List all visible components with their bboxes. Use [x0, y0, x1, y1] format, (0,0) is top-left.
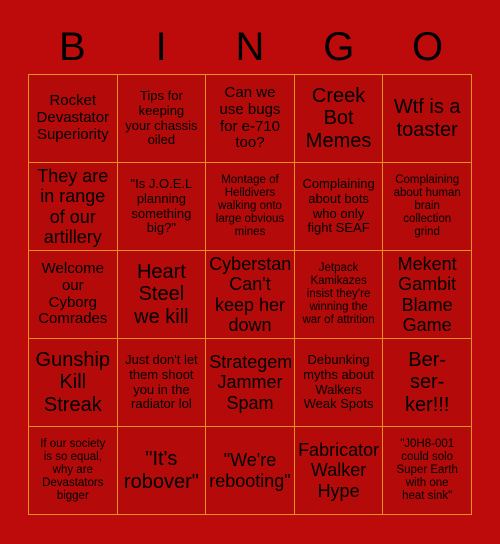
bingo-cell-text: If our society is so equal, why are Deva…	[40, 438, 106, 502]
bingo-header-letter-5: O	[412, 25, 444, 69]
bingo-cell-text: Mekent Gambit Blame Game	[397, 254, 457, 335]
bingo-row: Gunship Kill Streak Just don't let them s…	[29, 338, 471, 426]
bingo-cell-text: Welcome our Cyborg Comrades	[38, 259, 108, 328]
bingo-cell-text: Fabricator Walker Hype	[298, 440, 380, 501]
bingo-row: They are in range of our artillery "Is J.…	[29, 162, 471, 250]
bingo-cell-text: Tips for keeping your chassis oiled	[125, 88, 198, 148]
bingo-cell-text: Strategem Jammer Spam	[209, 352, 293, 413]
bingo-cell-B4[interactable]: Gunship Kill Streak	[29, 339, 117, 426]
bingo-grid: Rocket Devastator Superiority Tips for ke…	[28, 74, 472, 515]
bingo-cell-B5[interactable]: If our society is so equal, why are Deva…	[29, 427, 117, 514]
bingo-cell-text: Montage of Helldivers walking onto large…	[215, 174, 285, 238]
bingo-cell-N5[interactable]: "We're rebooting"	[205, 427, 294, 514]
bingo-cell-text: Jetpack Kamikazes insist they're winning…	[302, 262, 375, 326]
bingo-cell-G3[interactable]: Jetpack Kamikazes insist they're winning…	[293, 251, 383, 338]
bingo-cell-N3[interactable]: Cyberstan Can't keep her down	[205, 251, 294, 338]
bingo-cell-I4[interactable]: Just don't let them shoot you in the rad…	[116, 339, 206, 426]
bingo-header-letter-1: B	[59, 25, 86, 69]
bingo-cell-I1[interactable]: Tips for keeping your chassis oiled	[116, 75, 206, 162]
bingo-cell-text: Creek Bot Memes	[305, 84, 372, 152]
bingo-row: If our society is so equal, why are Deva…	[29, 426, 471, 514]
bingo-cell-text: Heart Steel we kill	[134, 260, 189, 328]
bingo-cell-B3[interactable]: Welcome our Cyborg Comrades	[29, 251, 117, 338]
bingo-cell-text: "J0H8-001 could solo Super Earth with on…	[396, 438, 458, 502]
bingo-cell-text: Complaining about human brain collection…	[393, 174, 461, 238]
bingo-cell-text: Debunking myths about Walkers Weak Spots	[303, 352, 374, 412]
bingo-cell-text: Ber- ser- ker!!!	[404, 348, 450, 416]
bingo-row: Welcome our Cyborg Comrades Heart Steel w…	[29, 250, 471, 338]
bingo-cell-B2[interactable]: They are in range of our artillery	[29, 163, 117, 250]
bingo-cell-text: Gunship Kill Streak	[35, 348, 111, 416]
bingo-cell-N4[interactable]: Strategem Jammer Spam	[205, 339, 294, 426]
bingo-cell-G2[interactable]: Complaining about bots who only fight SE…	[293, 163, 383, 250]
bingo-cell-O5[interactable]: "J0H8-001 could solo Super Earth with on…	[382, 427, 471, 514]
bingo-header: BINGO	[28, 20, 472, 74]
bingo-cell-text: Can we use bugs for e-710 too?	[219, 83, 281, 152]
bingo-cell-I5[interactable]: "It's robover"	[116, 427, 206, 514]
bingo-cell-O1[interactable]: Wtf is a toaster	[382, 75, 471, 162]
bingo-cell-text: They are in range of our artillery	[37, 166, 109, 247]
bingo-cell-text: "It's robover"	[123, 448, 199, 493]
bingo-cell-text: Complaining about bots who only fight SE…	[302, 176, 375, 236]
bingo-cell-I3[interactable]: Heart Steel we kill	[116, 251, 206, 338]
bingo-cell-text: "We're rebooting"	[209, 450, 291, 491]
bingo-cell-I2[interactable]: "Is J.O.E.L planning something big?"	[116, 163, 206, 250]
bingo-cell-text: Just don't let them shoot you in the rad…	[125, 352, 198, 412]
bingo-cell-N2[interactable]: Montage of Helldivers walking onto large…	[205, 163, 294, 250]
bingo-header-letter-4: G	[323, 25, 355, 69]
bingo-cell-N1[interactable]: Can we use bugs for e-710 too?	[205, 75, 294, 162]
bingo-cell-O2[interactable]: Complaining about human brain collection…	[382, 163, 471, 250]
bingo-cell-G5[interactable]: Fabricator Walker Hype	[293, 427, 383, 514]
bingo-row: Rocket Devastator Superiority Tips for ke…	[29, 75, 471, 162]
bingo-cell-text: "Is J.O.E.L planning something big?"	[130, 176, 193, 236]
bingo-header-letter-3: N	[235, 25, 265, 69]
bingo-cell-O4[interactable]: Ber- ser- ker!!!	[382, 339, 471, 426]
bingo-cell-text: Wtf is a toaster	[393, 96, 461, 141]
bingo-card: B I N G O Rocket Devastator Superiority Tips …	[0, 0, 500, 544]
bingo-cell-text: Cyberstan Can't keep her down	[209, 254, 292, 335]
bingo-header-letter-2: I	[155, 25, 167, 69]
bingo-cell-text: Rocket Devastator Superiority	[36, 92, 110, 143]
bingo-cell-O3[interactable]: Mekent Gambit Blame Game	[382, 251, 471, 338]
bingo-cell-B1[interactable]: Rocket Devastator Superiority	[29, 75, 117, 162]
bingo-cell-G1[interactable]: Creek Bot Memes	[293, 75, 383, 162]
bingo-cell-G4[interactable]: Debunking myths about Walkers Weak Spots	[293, 339, 383, 426]
